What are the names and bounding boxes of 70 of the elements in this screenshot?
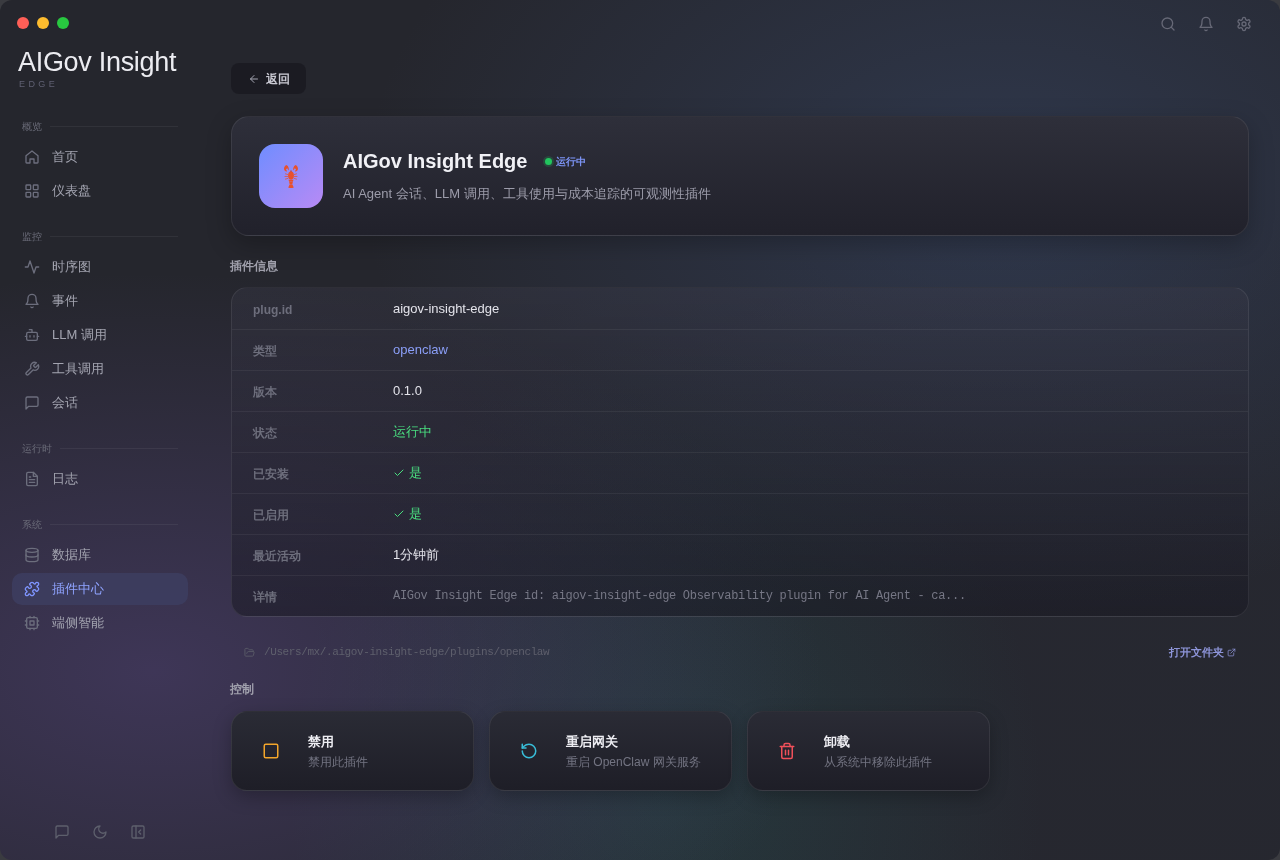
info-value: 是 (409, 505, 422, 524)
nav-item[interactable]: 首页 (12, 141, 188, 173)
settings-icon[interactable] (1236, 16, 1252, 32)
nav-item[interactable]: 仪表盘 (12, 175, 188, 207)
check-icon (393, 508, 405, 520)
info-link[interactable]: openclaw (393, 340, 448, 360)
info-value: 运行中 (393, 423, 432, 442)
info-label: 类型 (253, 344, 277, 358)
bell-icon[interactable] (1198, 16, 1214, 32)
check-icon (393, 467, 405, 479)
zoom-button[interactable] (57, 17, 69, 29)
chip-icon (24, 615, 40, 631)
home-icon (24, 149, 40, 165)
folder-icon (244, 646, 255, 658)
back-button[interactable]: 返回 (231, 63, 306, 94)
database-icon (24, 547, 40, 563)
puzzle-icon (24, 581, 40, 597)
app-title: AIGov Insight (18, 46, 177, 78)
bell-icon (24, 293, 40, 309)
external-link-icon (1227, 647, 1236, 657)
pulse-line-icon (24, 259, 40, 275)
lobster-icon (259, 144, 323, 208)
robot-icon (24, 327, 40, 343)
document-icon (24, 471, 40, 487)
info-label: 最近活动 (253, 549, 301, 563)
nav-item[interactable]: 工具调用 (12, 353, 188, 385)
info-value: 是 (409, 464, 422, 483)
grid-icon (24, 183, 40, 199)
nav-section-label: 概览 (22, 119, 42, 134)
search-icon[interactable] (1160, 16, 1176, 32)
nav-item[interactable]: 端侧智能 (12, 607, 188, 639)
app-subtitle: EDGE (19, 78, 59, 90)
info-label: plug.id (253, 302, 293, 317)
plugin-name: AIGov Insight Edge (343, 149, 528, 175)
sidebar-toggle-icon[interactable] (130, 824, 146, 840)
info-value: AIGov Insight Edge id: aigov-insight-edge Observability plugin for AI Agent - ca... (393, 588, 966, 605)
nav-item[interactable]: 会话 (12, 387, 188, 419)
chat-bubble-icon (24, 395, 40, 411)
nav-section-label: 监控 (22, 229, 42, 244)
status-label: 运行中 (556, 154, 587, 169)
nav-item[interactable]: 日志 (12, 463, 188, 495)
info-label: 状态 (253, 426, 277, 440)
chat-bubble-icon[interactable] (54, 824, 70, 840)
square-icon (262, 742, 280, 760)
info-value: 0.1.0 (393, 382, 422, 401)
rotate-arrow-icon (520, 742, 538, 760)
open-folder-link[interactable]: 打开文件夹 (1169, 643, 1236, 661)
info-value: 1分钟前 (393, 546, 440, 565)
info-label: 版本 (253, 385, 277, 399)
nav-item[interactable]: 事件 (12, 285, 188, 317)
nav-item[interactable]: 插件中心 (12, 573, 188, 605)
info-value: aigov-insight-edge (393, 299, 500, 318)
nav-item[interactable]: LLM 调用 (12, 319, 188, 351)
trash-icon (778, 742, 796, 760)
info-label: 详情 (253, 590, 277, 604)
info-label: 已启用 (253, 508, 289, 522)
nav-item[interactable]: 数据库 (12, 539, 188, 571)
arrow-left-icon (247, 72, 260, 85)
minimize-button[interactable] (37, 17, 49, 29)
section-title: 插件信息 (230, 258, 278, 274)
disable-button[interactable]: 禁用 禁用此插件 (231, 711, 474, 791)
uninstall-button[interactable]: 卸载 从系统中移除此插件 (747, 711, 990, 791)
restart-button[interactable]: 重启网关 重启 OpenClaw 网关服务 (489, 711, 732, 791)
section-title: 控制 (230, 681, 254, 697)
wrench-icon (24, 361, 40, 377)
moon-icon[interactable] (92, 824, 108, 840)
nav-item[interactable]: 时序图 (12, 251, 188, 283)
info-label: 已安装 (253, 467, 289, 481)
close-button[interactable] (17, 17, 29, 29)
plugin-description: AI Agent 会话、LLM 调用、工具使用与成本追踪的可观测性插件 (343, 185, 711, 204)
